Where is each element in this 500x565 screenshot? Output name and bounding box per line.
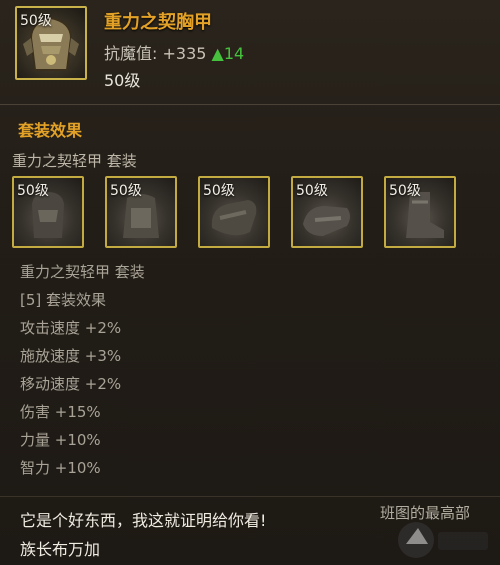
watermark-logo-icon — [398, 522, 488, 558]
set-name-repeat: 重力之契轻甲 套装 — [20, 263, 145, 281]
set-bonus-line: 攻击速度 +2% — [20, 319, 122, 337]
set-piece-slot[interactable]: 50级 — [12, 176, 84, 248]
set-bonus-line: 施放速度 +3% — [20, 347, 122, 365]
set-bonus-line: 移动速度 +2% — [20, 375, 122, 393]
stat-label: 抗魔值: — [104, 44, 158, 63]
set-piece-level: 50级 — [296, 183, 328, 199]
set-effect-title: 套装效果 — [18, 121, 83, 140]
set-piece-level: 50级 — [203, 183, 235, 199]
set-piece-slot[interactable]: 50级 — [105, 176, 177, 248]
item-name: 重力之契胸甲 — [104, 12, 212, 33]
set-piece-level: 50级 — [110, 183, 142, 199]
set-piece-level: 50级 — [17, 183, 49, 199]
set-bonus-line: 力量 +10% — [20, 431, 101, 449]
set-piece-slot[interactable]: 50级 — [291, 176, 363, 248]
set-bonus-line: 伤害 +15% — [20, 403, 101, 421]
set-bonus-line: 智力 +10% — [20, 459, 101, 477]
chest-armor-slot[interactable]: 50级 — [15, 6, 87, 80]
set-piece-level: 50级 — [389, 183, 421, 199]
set-piece-slot[interactable]: 50级 — [198, 176, 270, 248]
header-divider — [0, 104, 500, 105]
stat-increase: ▲14 — [211, 44, 245, 63]
item-level-badge: 50级 — [20, 13, 52, 29]
item-level: 50级 — [104, 71, 141, 90]
set-name-header: 重力之契轻甲 套装 — [12, 152, 137, 170]
set-piece-slot[interactable]: 50级 — [384, 176, 456, 248]
item-tooltip: 50级 重力之契胸甲 抗魔值: +335 ▲14 50级 套装效果 重力之契轻甲… — [0, 0, 500, 565]
flavor-divider — [0, 496, 500, 497]
stat-value: +335 — [162, 44, 207, 63]
stat-line: 抗魔值: +335 ▲14 — [104, 40, 244, 64]
set-bonus-header: [5] 套装效果 — [20, 291, 107, 309]
flavor-signer: 族长布万加 — [20, 540, 101, 559]
flavor-quote: 它是个好东西，我这就证明给你看! — [20, 511, 267, 530]
item-header: 50级 重力之契胸甲 抗魔值: +335 ▲14 50级 — [0, 0, 500, 105]
